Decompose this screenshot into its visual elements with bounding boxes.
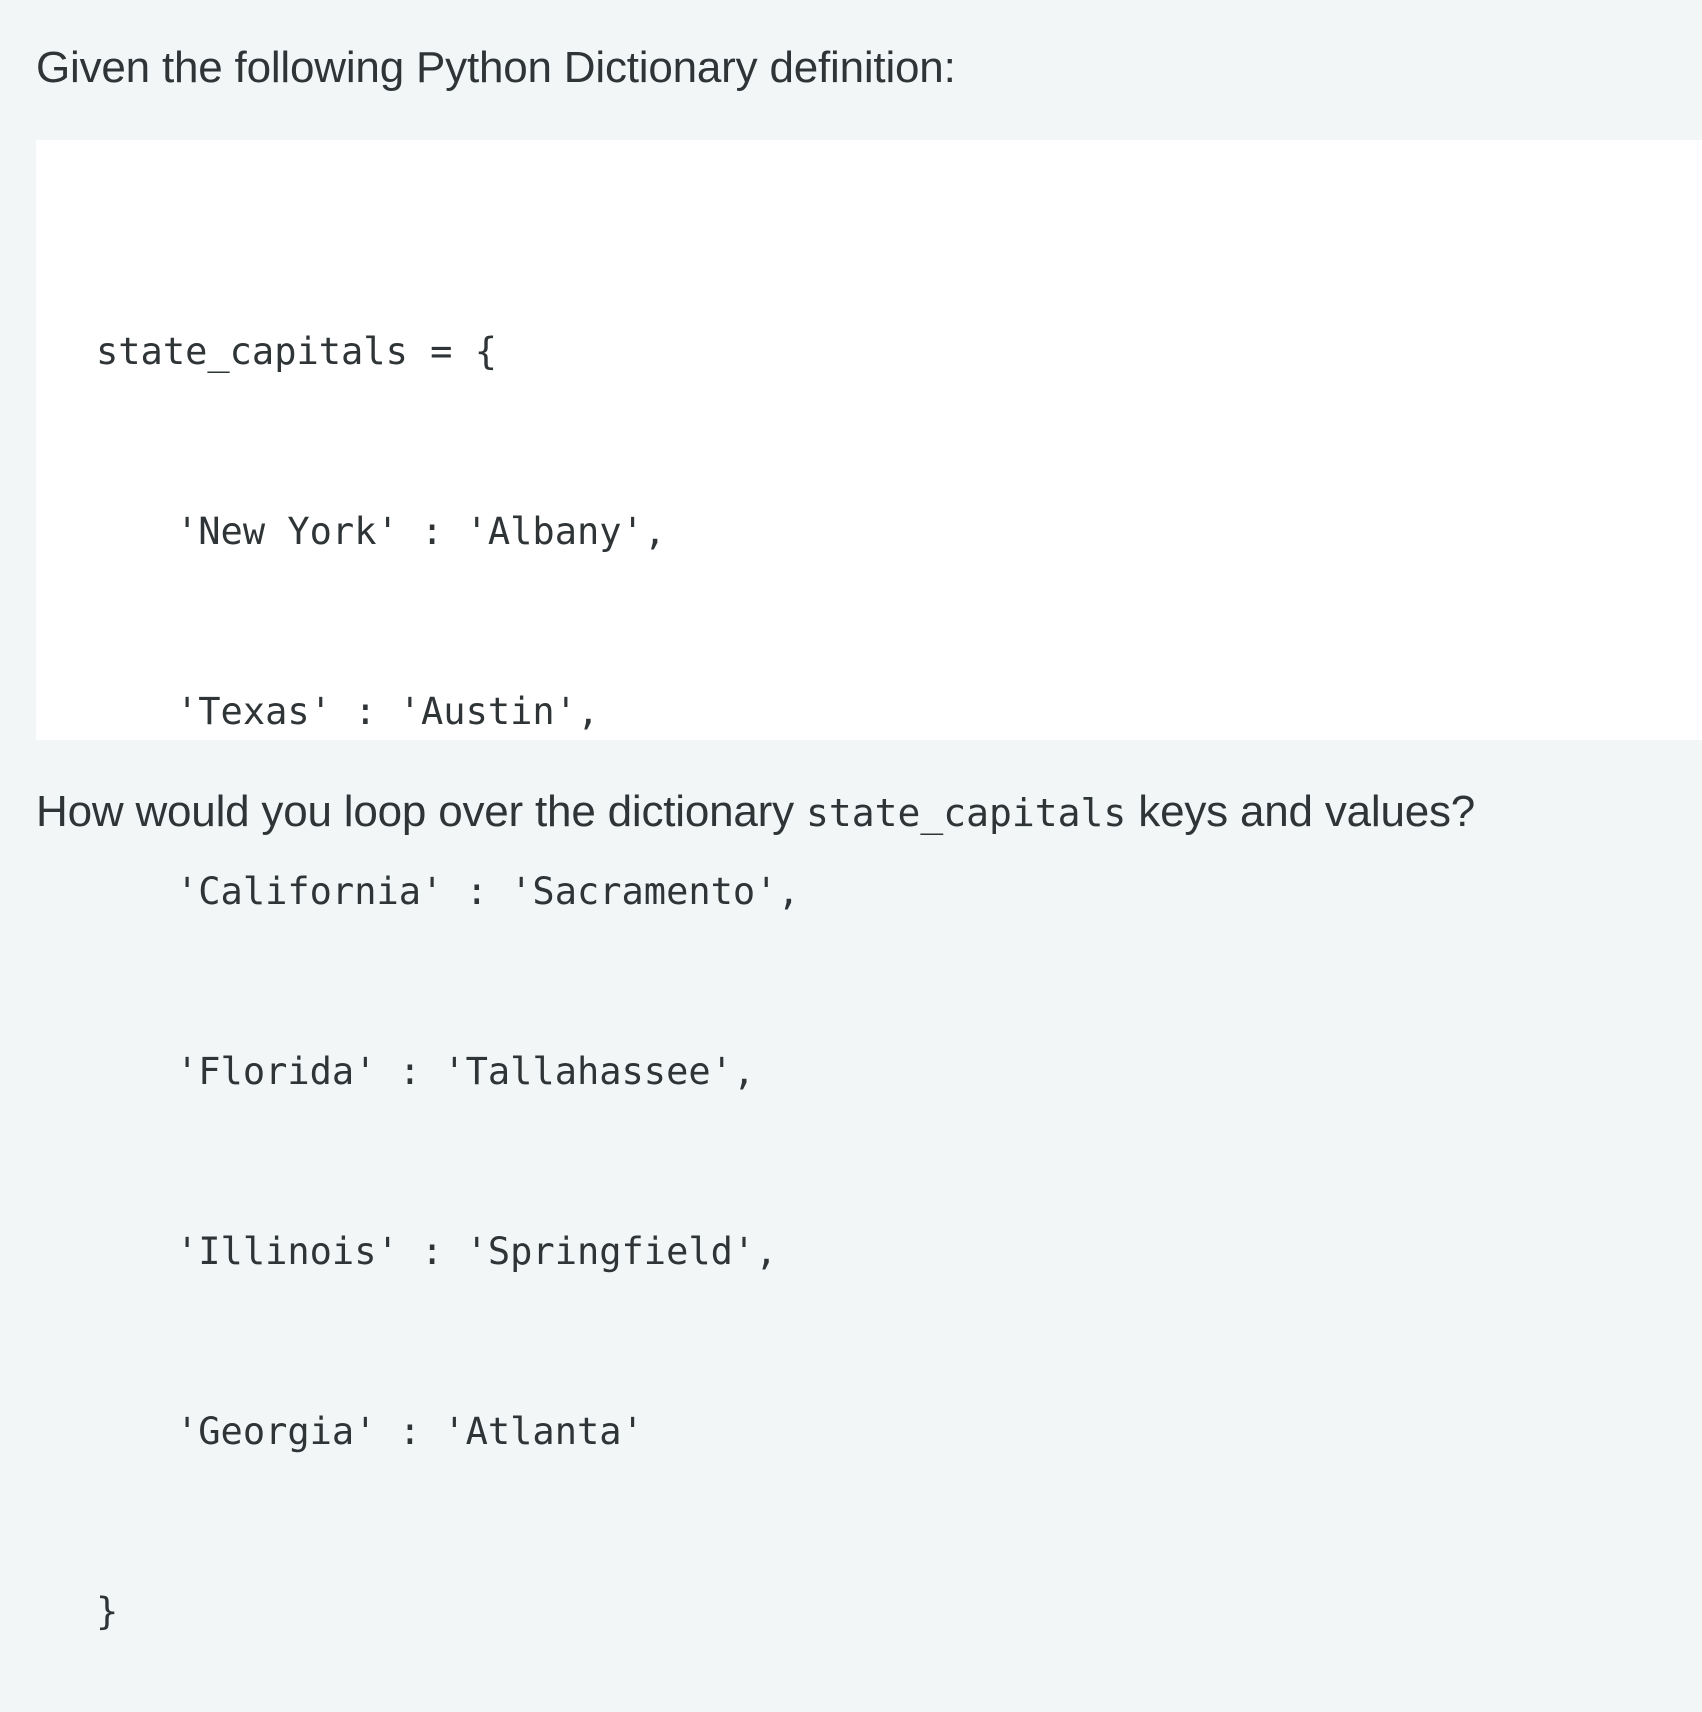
question-prefix: How would you loop over the dictionary — [36, 787, 806, 836]
code-line-3: 'Texas' : 'Austin', — [176, 690, 600, 733]
python-code-lines: state_capitals = { 'New York' : 'Albany'… — [96, 202, 800, 1712]
inline-code-state-capitals: state_capitals — [805, 791, 1127, 835]
intro-text: Given the following Python Dictionary de… — [36, 43, 956, 92]
code-line-8: } — [96, 1590, 119, 1633]
code-line-6: 'Illinois' : 'Springfield', — [176, 1230, 778, 1273]
quiz-question-page: Given the following Python Dictionary de… — [0, 0, 1702, 1633]
code-line-2: 'New York' : 'Albany', — [176, 510, 667, 553]
code-line-5: 'Florida' : 'Tallahassee', — [176, 1050, 756, 1093]
question-text: How would you loop over the dictionary s… — [36, 786, 1475, 839]
code-line-7: 'Georgia' : 'Atlanta' — [176, 1410, 644, 1453]
code-block: state_capitals = { 'New York' : 'Albany'… — [36, 140, 1702, 1633]
question-suffix: keys and values? — [1126, 787, 1476, 836]
code-line-1: state_capitals = { — [96, 330, 497, 373]
code-line-4: 'California' : 'Sacramento', — [176, 870, 800, 913]
